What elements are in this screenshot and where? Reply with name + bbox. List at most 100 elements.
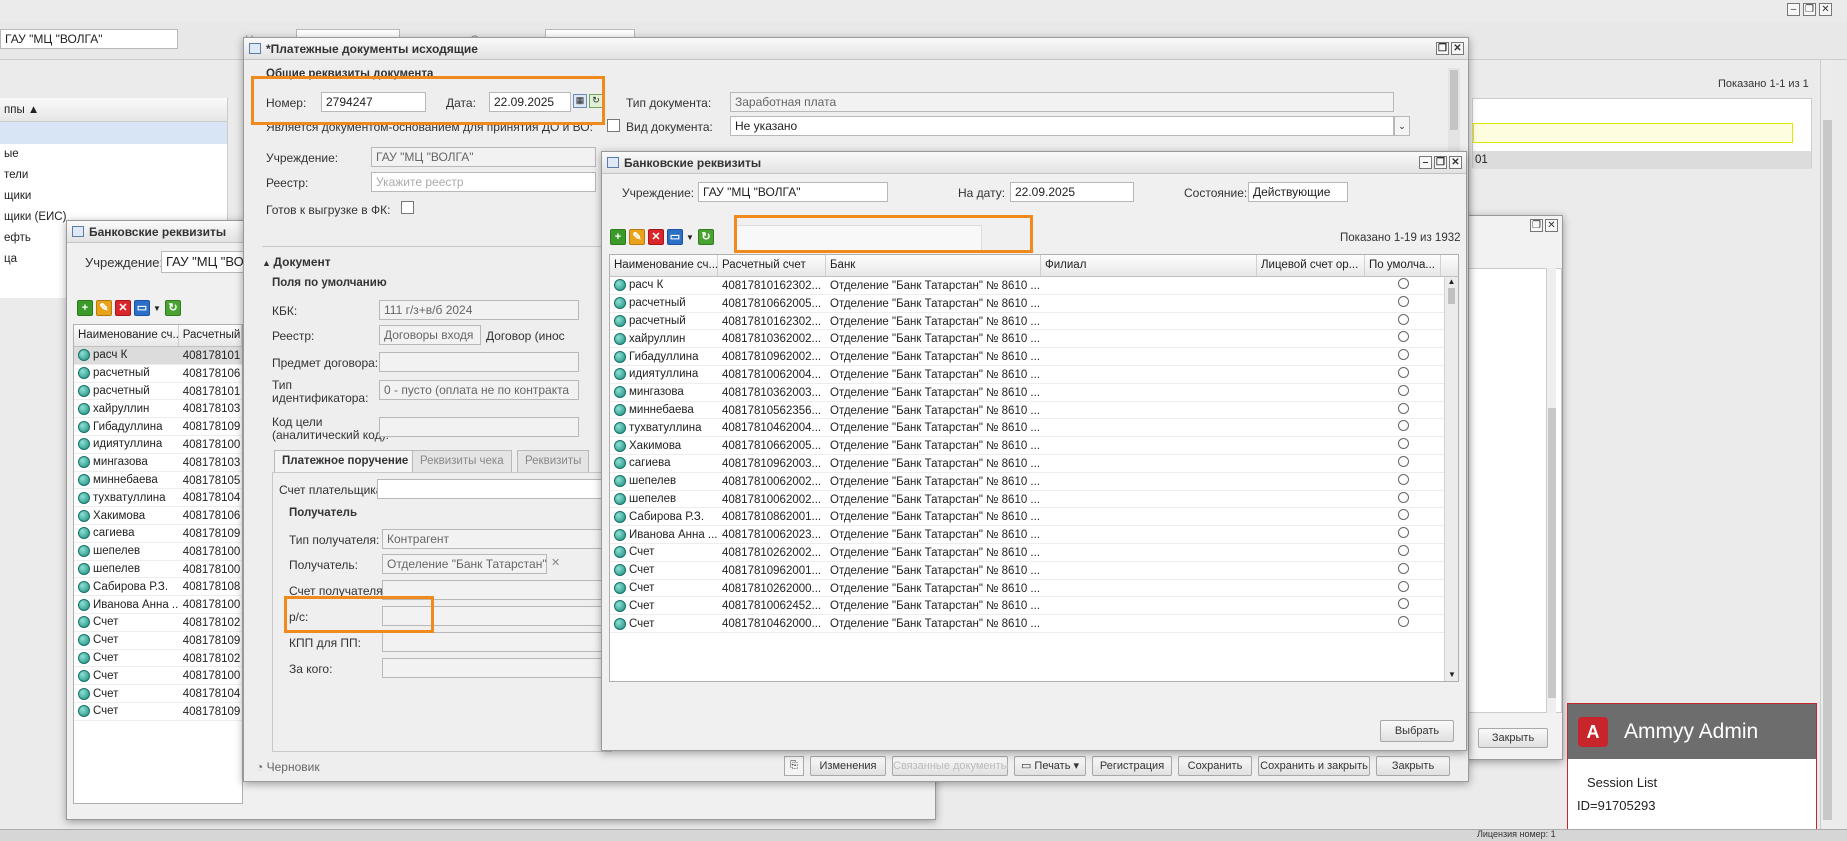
- window-title-bar[interactable]: Банковские реквизиты – ❐ ✕: [602, 152, 1466, 174]
- table-row[interactable]: расчетный 408178101: [74, 383, 242, 401]
- table-row[interactable]: тухватуллина 408178104: [74, 489, 242, 508]
- maximize-icon[interactable]: ❐: [1436, 42, 1449, 55]
- table-row[interactable]: расчетный 40817810162302... Отделение "Бан…: [610, 313, 1458, 331]
- close-icon[interactable]: ✕: [1545, 219, 1558, 232]
- col-bank-header[interactable]: Банк: [826, 255, 1041, 276]
- default-radio[interactable]: [1397, 438, 1409, 450]
- save-and-close-button[interactable]: Сохранить и закрыть: [1258, 756, 1370, 776]
- default-radio[interactable]: [1397, 598, 1409, 610]
- tab-payment-order[interactable]: Платежное поручение: [274, 450, 417, 472]
- table-row[interactable]: хайруллин 40817810362002... Отделение "Бан…: [610, 330, 1458, 349]
- grid-scrollbar[interactable]: ▲ ▼: [1444, 277, 1458, 681]
- default-radio[interactable]: [1397, 349, 1409, 361]
- close-icon[interactable]: ✕: [1449, 156, 1462, 169]
- clear-icon[interactable]: ✕: [551, 556, 560, 569]
- registry2-field[interactable]: Договоры входя: [379, 325, 481, 345]
- calendar-icon[interactable]: ▦: [573, 94, 587, 108]
- goal-field[interactable]: [379, 417, 579, 437]
- table-row[interactable]: Хакимова 40817810662005... Отделение "Банк…: [610, 437, 1458, 455]
- date-field[interactable]: 22.09.2025: [489, 92, 571, 112]
- default-radio[interactable]: [1397, 455, 1409, 467]
- delete-icon[interactable]: ✕: [115, 300, 131, 316]
- id-type-field[interactable]: 0 - пусто (оплата не по контракта: [379, 380, 579, 400]
- minimize-icon[interactable]: –: [1419, 156, 1432, 169]
- is-base-checkbox[interactable]: [607, 119, 620, 132]
- table-row[interactable]: Сабирова Р.З. 40817810862001... Отделение …: [610, 508, 1458, 527]
- tab-details[interactable]: Реквизиты: [517, 450, 590, 472]
- table-row[interactable]: миннебаева 408178105: [74, 472, 242, 490]
- print-icon[interactable]: ▭: [667, 229, 683, 245]
- refresh-icon[interactable]: ↻: [164, 300, 181, 316]
- print-button[interactable]: ▭ Печать ▾: [1014, 756, 1086, 776]
- institution-field[interactable]: ГАУ "МЦ "ВОЛГА": [371, 147, 596, 167]
- search-field[interactable]: [736, 225, 982, 251]
- chevron-down-icon[interactable]: ▼: [686, 233, 694, 242]
- table-row[interactable]: миннебаева 40817810562356... Отделение "Ба…: [610, 402, 1458, 420]
- table-row[interactable]: идиятуллина 408178100: [74, 436, 242, 454]
- table-row[interactable]: Счет 408178102: [74, 650, 242, 668]
- table-row[interactable]: Иванова Анна ... 408178100: [74, 596, 242, 614]
- col-personal-account-header[interactable]: Лицевой счет ор...: [1257, 255, 1365, 276]
- table-row[interactable]: шепелев 408178100: [74, 543, 242, 561]
- default-radio[interactable]: [1397, 295, 1409, 307]
- number-field[interactable]: 2794247: [321, 92, 426, 112]
- table-row[interactable]: Счет 40817810062452... Отделение "Банк Тат…: [610, 597, 1458, 616]
- left-nav-header[interactable]: ппы ▲: [0, 98, 227, 122]
- attach-icon[interactable]: ⎘: [784, 756, 804, 776]
- background-filter-field[interactable]: [1473, 123, 1793, 143]
- rs-field[interactable]: [382, 606, 622, 626]
- col-branch-header[interactable]: Филиал: [1041, 255, 1257, 276]
- institution-field[interactable]: ГАУ "МЦ "ВОЛГА": [698, 182, 888, 202]
- table-row[interactable]: Сабирова Р.З. 408178108: [74, 578, 242, 597]
- default-radio[interactable]: [1397, 366, 1409, 378]
- scroll-down-icon[interactable]: ▼: [1445, 670, 1458, 679]
- default-radio[interactable]: [1397, 420, 1409, 432]
- doc-type-field[interactable]: Заработная плата: [730, 92, 1394, 112]
- related-docs-button[interactable]: Связанные документы: [892, 756, 1009, 776]
- scrollbar-thumb[interactable]: [1548, 408, 1556, 698]
- left-nav-item[interactable]: [0, 122, 227, 144]
- scrollbar-thumb[interactable]: [1448, 288, 1455, 304]
- table-row[interactable]: мингазова 408178103: [74, 454, 242, 472]
- default-radio[interactable]: [1397, 509, 1409, 521]
- recipient-account-field[interactable]: [382, 580, 622, 600]
- table-row[interactable]: Хакимова 408178106: [74, 507, 242, 525]
- close-icon[interactable]: ✕: [1819, 3, 1832, 16]
- default-radio[interactable]: [1397, 473, 1409, 485]
- recipient-field[interactable]: Отделение "Банк Татарстан" N: [382, 554, 547, 574]
- recipient-type-field[interactable]: Контрагент: [382, 529, 622, 549]
- chevron-down-icon[interactable]: ⌄: [1394, 116, 1410, 136]
- close-button[interactable]: Закрыть: [1376, 756, 1450, 776]
- scroll-up-icon[interactable]: ▲: [1445, 277, 1458, 286]
- default-radio[interactable]: [1397, 278, 1409, 289]
- table-row[interactable]: идиятуллина 40817810062004... Отделение "Б…: [610, 366, 1458, 384]
- table-row[interactable]: расч К 408178101: [74, 347, 242, 365]
- register-button[interactable]: Регистрация: [1092, 756, 1172, 776]
- table-row[interactable]: сагиева 40817810962003... Отделение "Банк …: [610, 455, 1458, 473]
- table-row[interactable]: Счет 40817810962001... Отделение "Банк Тат…: [610, 562, 1458, 580]
- table-row[interactable]: Счет 408178104: [74, 685, 242, 703]
- table-row[interactable]: Счет 40817810262002... Отделение "Банк Тат…: [610, 544, 1458, 562]
- table-row[interactable]: Счет 408178100: [74, 667, 242, 686]
- subject-field[interactable]: [379, 352, 579, 372]
- save-button[interactable]: Сохранить: [1178, 756, 1252, 776]
- session-list-link[interactable]: Session List: [1587, 775, 1816, 790]
- table-row[interactable]: шепелев 40817810062002... Отделение "Банк …: [610, 473, 1458, 491]
- background-selected-row[interactable]: 01: [1473, 151, 1811, 169]
- table-row[interactable]: шепелев 40817810062002... Отделение "Банк …: [610, 491, 1458, 509]
- table-row[interactable]: Счет 40817810462000... Отделение "Банк Тат…: [610, 615, 1458, 633]
- left-nav-item[interactable]: тели: [0, 165, 227, 186]
- add-icon[interactable]: +: [77, 300, 93, 316]
- section-document-header[interactable]: ▲ Документ: [262, 255, 331, 269]
- table-row[interactable]: мингазова 40817810362003... Отделение "Бан…: [610, 384, 1458, 402]
- scrollbar-thumb[interactable]: [1823, 120, 1832, 820]
- col-account-header[interactable]: Расчетный: [179, 325, 242, 346]
- default-radio[interactable]: [1397, 580, 1409, 592]
- table-row[interactable]: хайруллин 408178103: [74, 400, 242, 419]
- registry-field[interactable]: Укажите реестр: [371, 172, 596, 192]
- restore-icon[interactable]: ❐: [1803, 3, 1816, 16]
- default-radio[interactable]: [1397, 313, 1409, 325]
- left-nav-item[interactable]: щики: [0, 186, 227, 207]
- table-row[interactable]: расчетный 408178106: [74, 365, 242, 383]
- col-account-header[interactable]: Расчетный счет: [718, 255, 826, 276]
